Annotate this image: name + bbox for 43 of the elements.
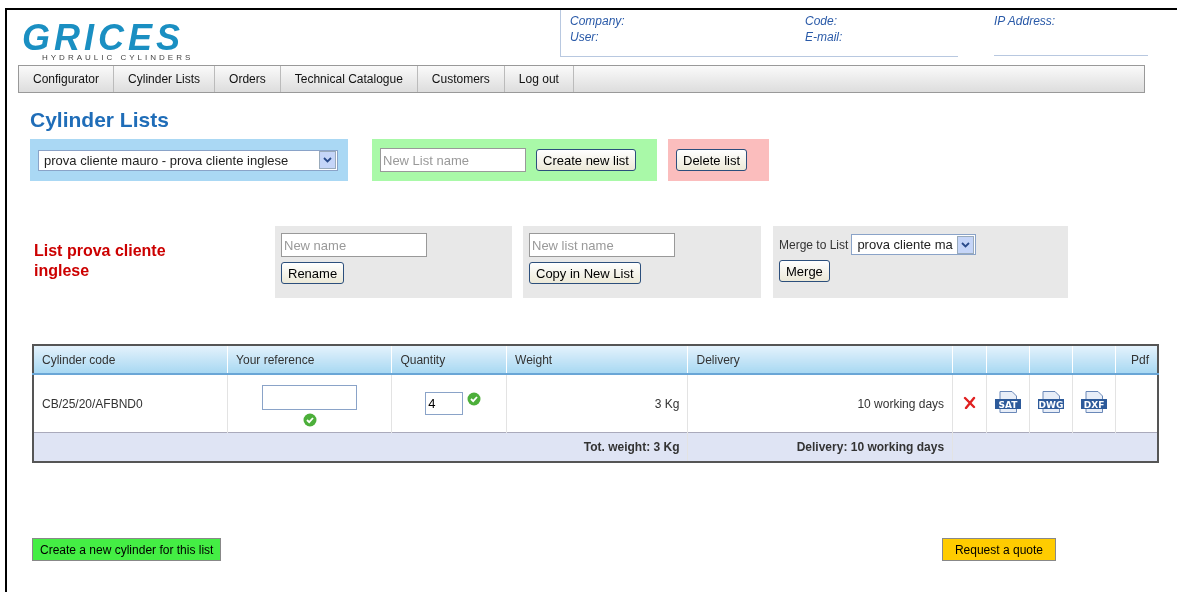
total-weight: Tot. weight: 3 Kg [33,432,688,462]
nav-item[interactable]: Log out [504,66,574,92]
nav-item[interactable]: Cylinder Lists [114,66,216,92]
list-select[interactable]: prova cliente mauro - prova cliente inglese [38,149,338,171]
logo-name: GRICES [22,20,185,56]
create-list-button[interactable]: Create new list [536,149,636,171]
column-header: Cylinder code [33,345,228,374]
new-name-field[interactable]: New name [281,233,427,257]
column-header: Your reference [227,345,392,374]
logo-tagline: HYDRAULIC CYLINDERS [42,54,195,62]
reference-field[interactable] [262,384,358,410]
new-cylinder-button[interactable]: Create a new cylinder for this list [32,538,222,561]
check-icon [467,392,482,406]
dropdown-icon [319,151,336,169]
email-label: E-mail: [805,29,843,45]
nav-item[interactable]: Customers [417,66,505,92]
company-label: Company: [570,13,626,29]
dropdown-icon [956,235,974,254]
delete-icon[interactable] [963,395,977,409]
merge-label: Merge to List [779,237,849,252]
copy-list-button[interactable]: Copy in New List [529,262,641,284]
column-header: Delivery [688,345,953,374]
code-label: Code: [805,13,839,29]
rename-button[interactable]: Rename [281,262,345,284]
merge-button[interactable]: Merge [779,260,830,282]
merge-select[interactable]: prova cliente ma [851,234,976,255]
total-delivery: Delivery: 10 working days [688,432,953,462]
request-quote-button[interactable]: Request a quote [941,538,1056,561]
new-list-name-field[interactable]: New List name [380,148,526,172]
delete-list-button[interactable]: Delete list [676,149,748,171]
check-icon [302,412,317,427]
nav-item[interactable]: Configurator [19,66,115,92]
column-header: Quantity [391,345,507,374]
nav-item[interactable]: Orders [215,66,281,92]
ip-address-label: IP Address: [994,14,1056,28]
column-header: Weight [506,345,688,374]
quantity-field[interactable]: 4 [425,392,464,415]
copy-list-name-field[interactable]: New list name [529,233,675,257]
user-label: User: [570,29,600,45]
page-title: Cylinder Lists [30,107,170,133]
column-header: Pdf [1115,345,1158,374]
list-heading: List prova cliente inglese [33,241,167,281]
nav-item[interactable]: Technical Catalogue [280,66,418,92]
